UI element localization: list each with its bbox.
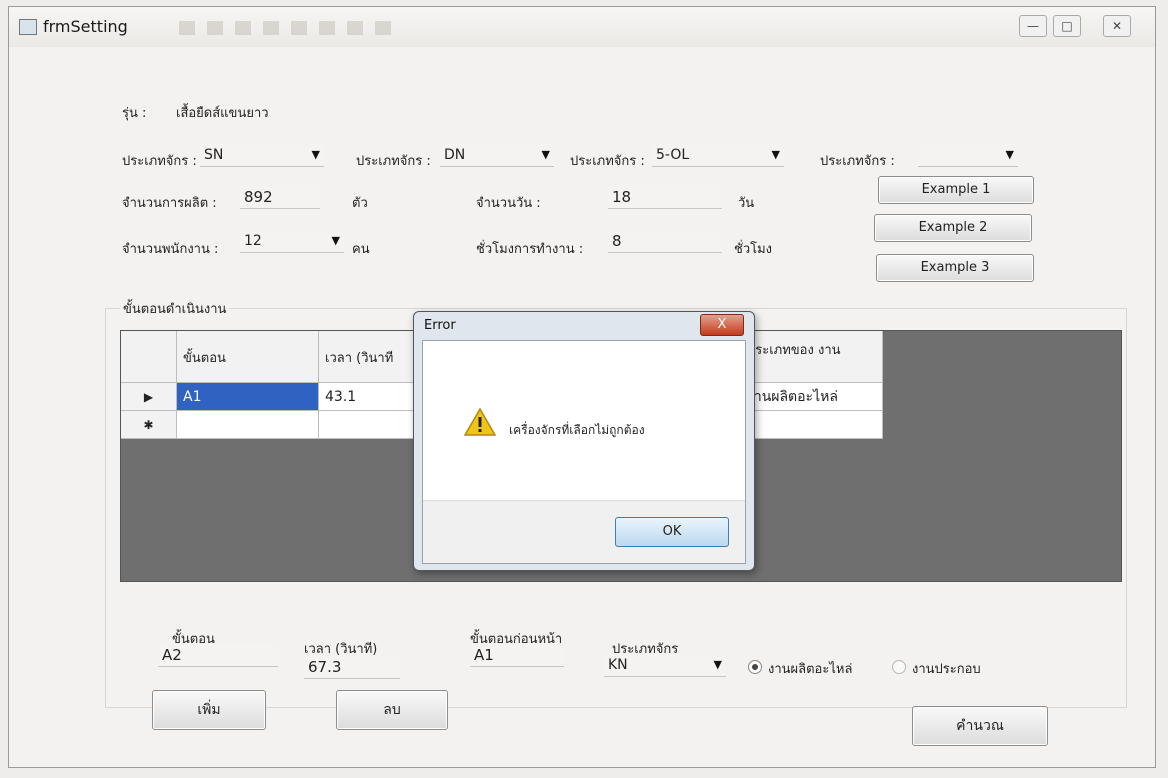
- example-3-button[interactable]: Example 3: [876, 254, 1034, 282]
- window-title: frmSetting: [43, 17, 128, 36]
- radio-parts-production-label[interactable]: งานผลิตอะไหล่: [768, 658, 852, 679]
- example-2-button[interactable]: Example 2: [874, 214, 1032, 242]
- grid-cell-new-step[interactable]: [177, 411, 319, 439]
- grid-cell-new-time[interactable]: [319, 411, 415, 439]
- dialog-message: เครื่องจักรที่เลือกไม่ถูกต้อง: [509, 423, 645, 437]
- minimize-button[interactable]: —: [1019, 15, 1047, 37]
- machine-type-label-2: ประเภทจักร :: [356, 154, 431, 169]
- chevron-down-icon: ▼: [713, 658, 722, 671]
- app-icon: [19, 19, 37, 35]
- grid-corner-header: [121, 331, 177, 383]
- machine-type-combo-3[interactable]: 5-OL ▼: [652, 144, 784, 167]
- workers-combo[interactable]: 12 ▼: [240, 230, 344, 253]
- hours-label: ชั่วโมงการทำงาน :: [476, 242, 584, 257]
- dialog-close-button[interactable]: X: [700, 314, 744, 336]
- grid-column-header-step[interactable]: ขั้นตอน: [177, 331, 319, 383]
- machine-entry-value: KN: [608, 657, 628, 673]
- form-client-area: รุ่น : เสื้อยืดส์แขนยาว ประเภทจักร : SN …: [0, 40, 1168, 760]
- machine-type-value-2: DN: [444, 147, 466, 163]
- time-entry-field[interactable]: 67.3: [304, 656, 400, 679]
- grid-cell-new-type[interactable]: [741, 411, 883, 439]
- prev-step-field[interactable]: A1: [470, 644, 564, 667]
- add-button[interactable]: เพิ่ม: [152, 690, 266, 730]
- error-dialog: Error X เครื่องจักรที่เลือกไม่ถูกต้อง OK: [413, 311, 755, 571]
- grid-row-header-new[interactable]: ✱: [121, 411, 177, 439]
- close-button[interactable]: ✕: [1103, 15, 1131, 37]
- machine-type-combo-1[interactable]: SN ▼: [200, 144, 324, 167]
- ok-button[interactable]: OK: [615, 517, 729, 547]
- machine-type-combo-4[interactable]: ▼: [918, 144, 1018, 167]
- model-value: เสื้อยืดส์แขนยาว: [176, 106, 269, 121]
- grid-column-header-time[interactable]: เวลา (วินาที: [319, 331, 415, 383]
- production-qty-label: จำนวนการผลิต :: [122, 196, 217, 211]
- machine-type-value-1: SN: [204, 147, 224, 163]
- dialog-footer: OK: [423, 500, 745, 563]
- machine-type-value-3: 5-OL: [656, 147, 690, 163]
- dialog-title: Error: [424, 318, 456, 333]
- dialog-body: เครื่องจักรที่เลือกไม่ถูกต้อง OK: [422, 340, 746, 564]
- chevron-down-icon: ▼: [311, 148, 320, 161]
- workers-value: 12: [244, 233, 262, 249]
- days-label: จำนวนวัน :: [476, 196, 541, 211]
- grid-row-header-current[interactable]: ▶: [121, 383, 177, 411]
- chevron-down-icon: ▼: [541, 148, 550, 161]
- grid-cell-step[interactable]: A1: [177, 383, 319, 411]
- title-bar-toolbar-strip: [179, 21, 399, 35]
- chevron-down-icon: ▼: [771, 148, 780, 161]
- days-unit: วัน: [738, 196, 755, 211]
- grid-cell-time[interactable]: 43.1: [319, 383, 415, 411]
- machine-type-label-1: ประเภทจักร :: [122, 154, 197, 169]
- radio-assembly[interactable]: [892, 660, 906, 674]
- example-1-button[interactable]: Example 1: [878, 176, 1034, 204]
- production-qty-field[interactable]: 892: [240, 186, 320, 209]
- chevron-down-icon: ▼: [1005, 148, 1014, 161]
- maximize-button[interactable]: □: [1053, 15, 1081, 37]
- machine-type-label-4: ประเภทจักร :: [820, 154, 895, 169]
- radio-parts-production[interactable]: [748, 660, 762, 674]
- steps-group-title: ขั้นตอนดำเนินงาน: [120, 298, 230, 319]
- hours-field[interactable]: 8: [608, 230, 722, 253]
- production-qty-unit: ตัว: [352, 196, 368, 211]
- step-entry-field[interactable]: A2: [158, 644, 278, 667]
- machine-entry-combo[interactable]: KN ▼: [604, 654, 726, 677]
- workers-label: จำนวนพนักงาน :: [122, 242, 219, 257]
- chevron-down-icon: ▼: [331, 234, 340, 247]
- days-field[interactable]: 18: [608, 186, 722, 209]
- workers-unit: คน: [352, 242, 370, 257]
- grid-column-header-type[interactable]: ประเภทของ งาน: [741, 331, 883, 383]
- radio-assembly-label[interactable]: งานประกอบ: [912, 658, 981, 679]
- delete-button[interactable]: ลบ: [336, 690, 448, 730]
- machine-type-label-3: ประเภทจักร :: [570, 154, 645, 169]
- warning-icon: [463, 407, 497, 436]
- machine-type-combo-2[interactable]: DN ▼: [440, 144, 554, 167]
- model-label: รุ่น :: [122, 106, 147, 121]
- grid-cell-type[interactable]: งานผลิตอะไหล่: [741, 383, 883, 411]
- hours-unit: ชั่วโมง: [734, 242, 773, 257]
- calculate-button[interactable]: คำนวณ: [912, 706, 1048, 746]
